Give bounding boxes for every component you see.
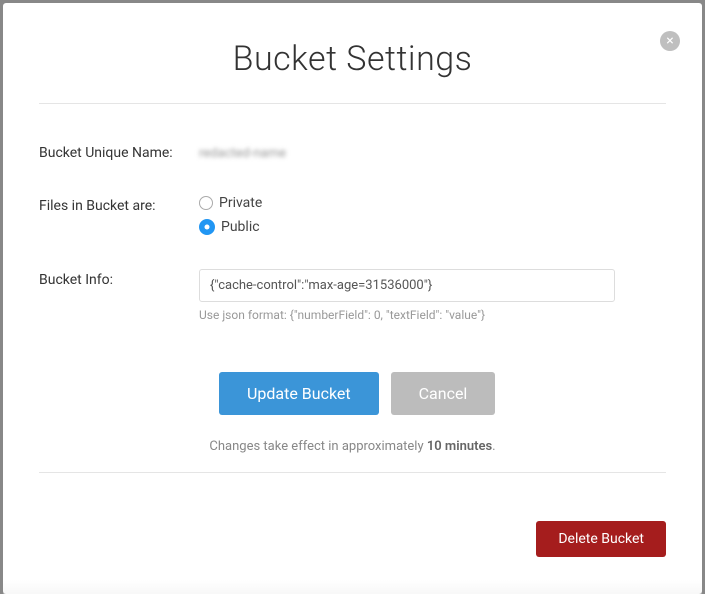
bucket-info-hint: Use json format: {"numberField": 0, "tex… (199, 308, 666, 322)
effect-notice: Changes take effect in approximately 10 … (39, 439, 666, 454)
bucket-name-label: Bucket Unique Name: (39, 142, 199, 161)
files-privacy-label: Files in Bucket are: (39, 195, 199, 214)
privacy-private-label: Private (219, 195, 262, 211)
privacy-public-option[interactable]: Public (199, 219, 666, 235)
privacy-public-label: Public (221, 219, 260, 235)
cancel-button[interactable]: Cancel (391, 372, 496, 415)
footer-blur (3, 580, 702, 594)
privacy-private-option[interactable]: Private (199, 195, 666, 211)
close-icon: × (666, 34, 673, 48)
radio-icon (199, 196, 213, 210)
close-button[interactable]: × (660, 31, 680, 51)
bucket-info-label: Bucket Info: (39, 269, 199, 288)
update-bucket-button[interactable]: Update Bucket (219, 372, 379, 415)
privacy-radio-group: Private Public (199, 195, 666, 235)
bucket-settings-modal: × Bucket Settings Bucket Unique Name: re… (3, 3, 702, 594)
bucket-info-input[interactable] (199, 269, 615, 302)
radio-icon (199, 219, 215, 235)
bucket-name-value: redacted-name (199, 146, 286, 161)
divider (39, 472, 666, 473)
delete-bucket-button[interactable]: Delete Bucket (536, 521, 666, 557)
modal-title: Bucket Settings (39, 39, 666, 79)
